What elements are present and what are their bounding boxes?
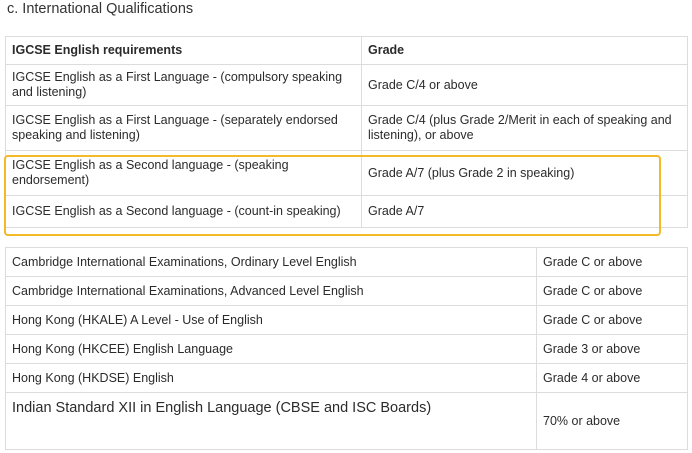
grade-cell: 70% or above <box>536 392 688 450</box>
grade-cell: Grade A/7 <box>361 195 688 228</box>
qualification-cell: Cambridge International Examinations, Or… <box>5 247 537 277</box>
header-grade: Grade <box>361 36 688 65</box>
table-row: Cambridge International Examinations, Ad… <box>5 276 688 306</box>
requirement-cell: IGCSE English as a First Language - (com… <box>5 64 362 106</box>
other-qualifications-table: Cambridge International Examinations, Or… <box>5 247 688 450</box>
table-row: Hong Kong (HKALE) A Level - Use of Engli… <box>5 305 688 335</box>
qualification-cell: Cambridge International Examinations, Ad… <box>5 276 537 306</box>
table-row: IGCSE English as a Second language - (co… <box>5 195 688 228</box>
requirement-cell: IGCSE English as a Second language - (sp… <box>5 150 362 196</box>
table-row: Hong Kong (HKCEE) English Language Grade… <box>5 334 688 364</box>
table-row: IGCSE English as a First Language - (sep… <box>5 105 688 151</box>
grade-cell: Grade C or above <box>536 247 688 277</box>
header-requirements: IGCSE English requirements <box>5 36 362 65</box>
grade-cell: Grade A/7 (plus Grade 2 in speaking) <box>361 150 688 196</box>
qualification-cell: Hong Kong (HKCEE) English Language <box>5 334 537 364</box>
qualification-cell: Hong Kong (HKALE) A Level - Use of Engli… <box>5 305 537 335</box>
table-row: Indian Standard XII in English Language … <box>5 392 688 450</box>
qualification-cell: Indian Standard XII in English Language … <box>5 392 537 450</box>
grade-cell: Grade 4 or above <box>536 363 688 393</box>
requirement-cell: IGCSE English as a Second language - (co… <box>5 195 362 228</box>
table-row: IGCSE English as a First Language - (com… <box>5 64 688 106</box>
igcse-requirements-table: IGCSE English requirements Grade IGCSE E… <box>5 36 688 228</box>
table-row: Hong Kong (HKDSE) English Grade 4 or abo… <box>5 363 688 393</box>
grade-cell: Grade C or above <box>536 276 688 306</box>
grade-cell: Grade C/4 or above <box>361 64 688 106</box>
requirement-cell: IGCSE English as a First Language - (sep… <box>5 105 362 151</box>
table-row: IGCSE English as a Second language - (sp… <box>5 150 688 196</box>
table-header-row: IGCSE English requirements Grade <box>5 36 688 65</box>
grade-cell: Grade 3 or above <box>536 334 688 364</box>
grade-cell: Grade C or above <box>536 305 688 335</box>
section-title: c. International Qualifications <box>7 1 194 17</box>
grade-cell: Grade C/4 (plus Grade 2/Merit in each of… <box>361 105 688 151</box>
table-row: Cambridge International Examinations, Or… <box>5 247 688 277</box>
qualification-cell: Hong Kong (HKDSE) English <box>5 363 537 393</box>
